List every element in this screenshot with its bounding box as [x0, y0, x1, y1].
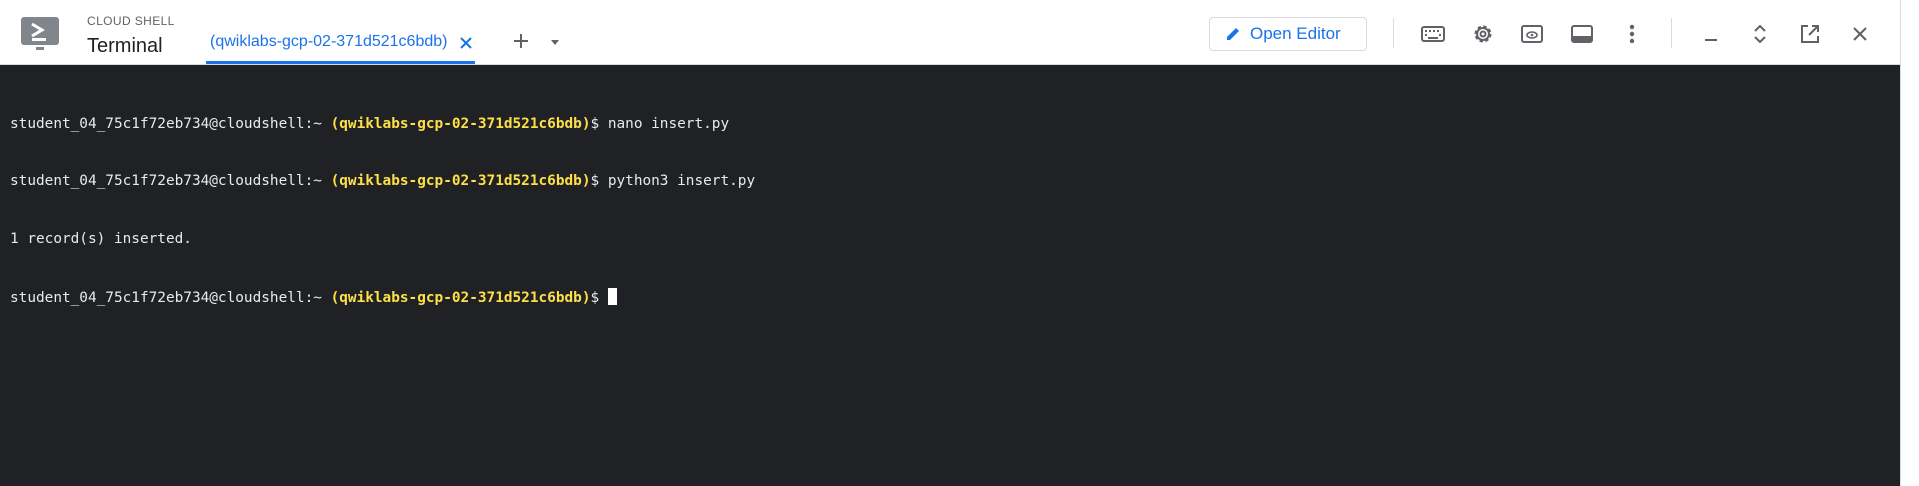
divider	[1393, 18, 1394, 48]
terminal-line: 1 record(s) inserted.	[10, 230, 1900, 249]
keyboard-icon	[1421, 26, 1445, 42]
cloud-shell-header: CLOUD SHELL Terminal (qwiklabs-gcp-02-37…	[0, 0, 1900, 65]
minimize-button[interactable]	[1697, 20, 1725, 48]
open-editor-button[interactable]: Open Editor	[1209, 17, 1367, 51]
terminal-command: $ python3 insert.py	[590, 173, 756, 190]
tab-menu-button[interactable]	[541, 28, 569, 56]
open-in-new-icon	[1801, 25, 1819, 43]
prompt-project: (qwiklabs-gcp-02-371d521c6bdb)	[330, 173, 591, 190]
plus-icon	[514, 34, 528, 48]
tab-project-terminal[interactable]: (qwiklabs-gcp-02-371d521c6bdb)	[206, 23, 476, 64]
prompt-project: (qwiklabs-gcp-02-371d521c6bdb)	[330, 115, 591, 132]
prompt-project: (qwiklabs-gcp-02-371d521c6bdb)	[330, 290, 591, 307]
prompt-user: student_04_75c1f72eb734@cloudshell:~	[10, 115, 322, 132]
divider	[1671, 18, 1672, 48]
close-panel-button[interactable]	[1846, 20, 1874, 48]
terminal-line: student_04_75c1f72eb734@cloudshell:~ (qw…	[10, 172, 1900, 191]
gear-icon	[1474, 25, 1492, 43]
cloud-shell-icon	[21, 17, 59, 50]
terminal-output[interactable]: student_04_75c1f72eb734@cloudshell:~ (qw…	[0, 65, 1900, 486]
open-in-new-window-button[interactable]	[1796, 20, 1824, 48]
minimize-icon	[1705, 39, 1717, 41]
page-title: Terminal	[87, 35, 163, 57]
close-icon[interactable]	[457, 34, 475, 52]
terminal-cursor	[607, 288, 617, 306]
maximize-button[interactable]	[1746, 20, 1774, 48]
panel-icon	[1571, 25, 1593, 43]
terminal-line: student_04_75c1f72eb734@cloudshell:~ (qw…	[10, 115, 1900, 134]
unfold-icon	[1754, 24, 1766, 44]
cloud-shell-window: CLOUD SHELL Terminal (qwiklabs-gcp-02-37…	[0, 0, 1919, 486]
prompt-user: student_04_75c1f72eb734@cloudshell:~	[10, 290, 322, 307]
keyboard-button[interactable]	[1419, 20, 1447, 48]
caret-down-icon	[551, 40, 559, 45]
terminal-command: $ nano insert.py	[590, 115, 730, 132]
open-editor-label: Open Editor	[1250, 24, 1341, 43]
terminal-command: $	[590, 290, 608, 307]
settings-button[interactable]	[1469, 20, 1497, 48]
tab-label: (qwiklabs-gcp-02-371d521c6bdb)	[210, 33, 448, 50]
terminal-output-text: 1 record(s) inserted.	[10, 231, 192, 248]
page-edge	[1900, 0, 1919, 486]
more-options-button[interactable]	[1618, 20, 1646, 48]
web-preview-button[interactable]	[1518, 20, 1546, 48]
pencil-icon	[1227, 28, 1239, 40]
terminal-line: student_04_75c1f72eb734@cloudshell:~ (qw…	[10, 288, 1900, 307]
header-caption: CLOUD SHELL	[87, 14, 175, 28]
prompt-user: student_04_75c1f72eb734@cloudshell:~	[10, 173, 322, 190]
more-vert-icon	[1629, 24, 1635, 44]
web-preview-icon	[1521, 25, 1543, 43]
add-tab-button[interactable]	[507, 27, 535, 55]
layout-button[interactable]	[1568, 20, 1596, 48]
close-icon	[1853, 27, 1867, 41]
